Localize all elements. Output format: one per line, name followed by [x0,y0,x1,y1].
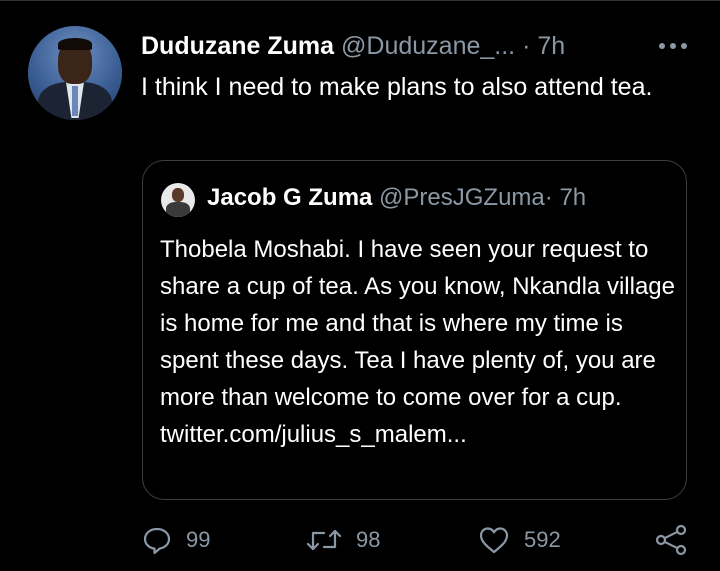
tweet[interactable]: Duduzane Zuma @Duduzane_... · 7h I think… [0,0,720,571]
author-handle[interactable]: @Duduzane_... [341,32,515,60]
retweet-button[interactable]: 98 [306,520,380,560]
retweet-count: 98 [356,527,381,552]
tweet-actions: 99 98 592 [0,520,720,560]
tweet-header: Duduzane Zuma @Duduzane_... · 7h [141,32,565,60]
like-button[interactable]: 592 [478,520,561,560]
reply-icon [142,525,172,555]
retweet-icon [306,525,342,555]
reply-count: 99 [186,527,211,552]
quoted-separator-dot: · [544,184,553,211]
like-count: 592 [524,527,561,552]
tweet-time[interactable]: 7h [537,32,565,60]
reply-button[interactable]: 99 [142,520,210,560]
heart-icon [478,525,510,555]
quoted-author-name: Jacob G Zuma [207,184,373,211]
quoted-author-avatar[interactable] [161,183,195,217]
quoted-tweet[interactable]: Jacob G Zuma @PresJGZuma· 7h Thobela Mos… [142,160,687,500]
share-button[interactable] [654,520,688,560]
author-name[interactable]: Duduzane Zuma [141,32,334,60]
quoted-tweet-text: Thobela Moshabi. I have seen your reques… [160,236,675,448]
quoted-tweet-time: 7h [559,184,587,211]
quoted-tweet-header: Jacob G Zuma @PresJGZuma· 7h [207,183,586,213]
separator-dot: · [522,32,531,60]
quoted-author-handle: @PresJGZuma [379,184,545,211]
author-avatar[interactable] [28,26,122,120]
more-icon[interactable] [656,38,690,54]
share-icon [654,524,688,556]
tweet-text: I think I need to make plans to also att… [141,73,653,101]
